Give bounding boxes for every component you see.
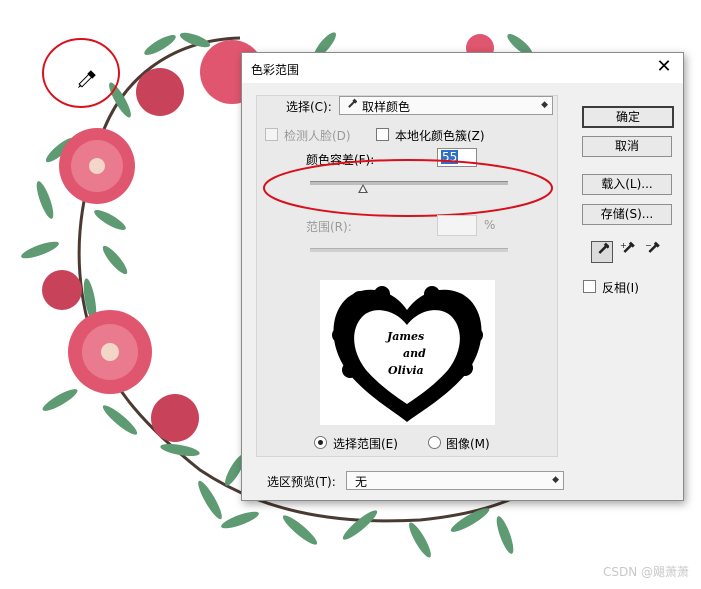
localized-clusters-label: 本地化颜色簇(Z): [395, 129, 485, 143]
close-icon[interactable]: ✕: [653, 56, 675, 78]
cancel-button[interactable]: 取消: [582, 136, 672, 157]
selection-preview-dropdown[interactable]: 无 ◆: [346, 471, 564, 490]
preview-text-1: James: [385, 330, 424, 343]
dialog-titlebar[interactable]: 色彩范围 ✕: [242, 53, 683, 83]
color-range-dialog: 色彩范围 ✕ 选择(C): 取样颜色 ◆ 检测人脸(D) 本地化颜色簇(Z) 颜…: [241, 52, 684, 501]
range-slider-track[interactable]: [310, 248, 508, 252]
selection-preview-label: 选区预览(T):: [267, 475, 336, 489]
invert-label: 反相(I): [602, 281, 639, 295]
save-button[interactable]: 存储(S)...: [582, 204, 672, 225]
range-label: 范围(R):: [306, 220, 352, 234]
preview-text-3: Olivia: [388, 364, 424, 377]
annotation-circle-fuzziness: [263, 159, 553, 217]
invert-checkbox[interactable]: [583, 280, 596, 293]
selection-preview-image: James and Olivia: [320, 280, 495, 425]
detect-faces-checkbox[interactable]: [265, 128, 278, 141]
eyedropper-minus-icon[interactable]: −: [643, 241, 663, 261]
radio-image[interactable]: [428, 436, 441, 449]
radio-selection-label: 选择范围(E): [333, 437, 398, 451]
preview-text-2: and: [403, 347, 426, 360]
range-input[interactable]: [437, 215, 477, 236]
localized-clusters-checkbox[interactable]: [376, 128, 389, 141]
radio-selection[interactable]: [314, 436, 327, 449]
annotation-circle-eyedropper: [42, 38, 120, 108]
svg-text:−: −: [645, 241, 652, 250]
selection-preview-value: 无: [355, 475, 368, 489]
load-button[interactable]: 载入(L)...: [582, 174, 672, 195]
dropdown-arrow-icon: ◆: [541, 100, 548, 110]
select-dropdown[interactable]: 取样颜色 ◆: [339, 96, 553, 115]
dropdown-arrow-icon: ◆: [552, 475, 559, 485]
eyedropper-cursor-icon: [77, 70, 96, 89]
ok-button[interactable]: 确定: [582, 106, 674, 128]
svg-text:+: +: [620, 241, 627, 250]
detect-faces-label: 检测人脸(D): [284, 129, 351, 143]
select-label: 选择(C):: [286, 100, 332, 114]
eyedropper-plus-icon[interactable]: +: [618, 241, 638, 261]
dialog-title: 色彩范围: [251, 63, 300, 77]
eyedropper-icon[interactable]: [591, 241, 613, 263]
select-value: 取样颜色: [362, 100, 411, 114]
radio-image-label: 图像(M): [446, 437, 490, 451]
range-unit: %: [484, 218, 496, 232]
eyedropper-icon: [345, 98, 358, 115]
watermark: CSDN @飓萧萧: [602, 565, 689, 579]
